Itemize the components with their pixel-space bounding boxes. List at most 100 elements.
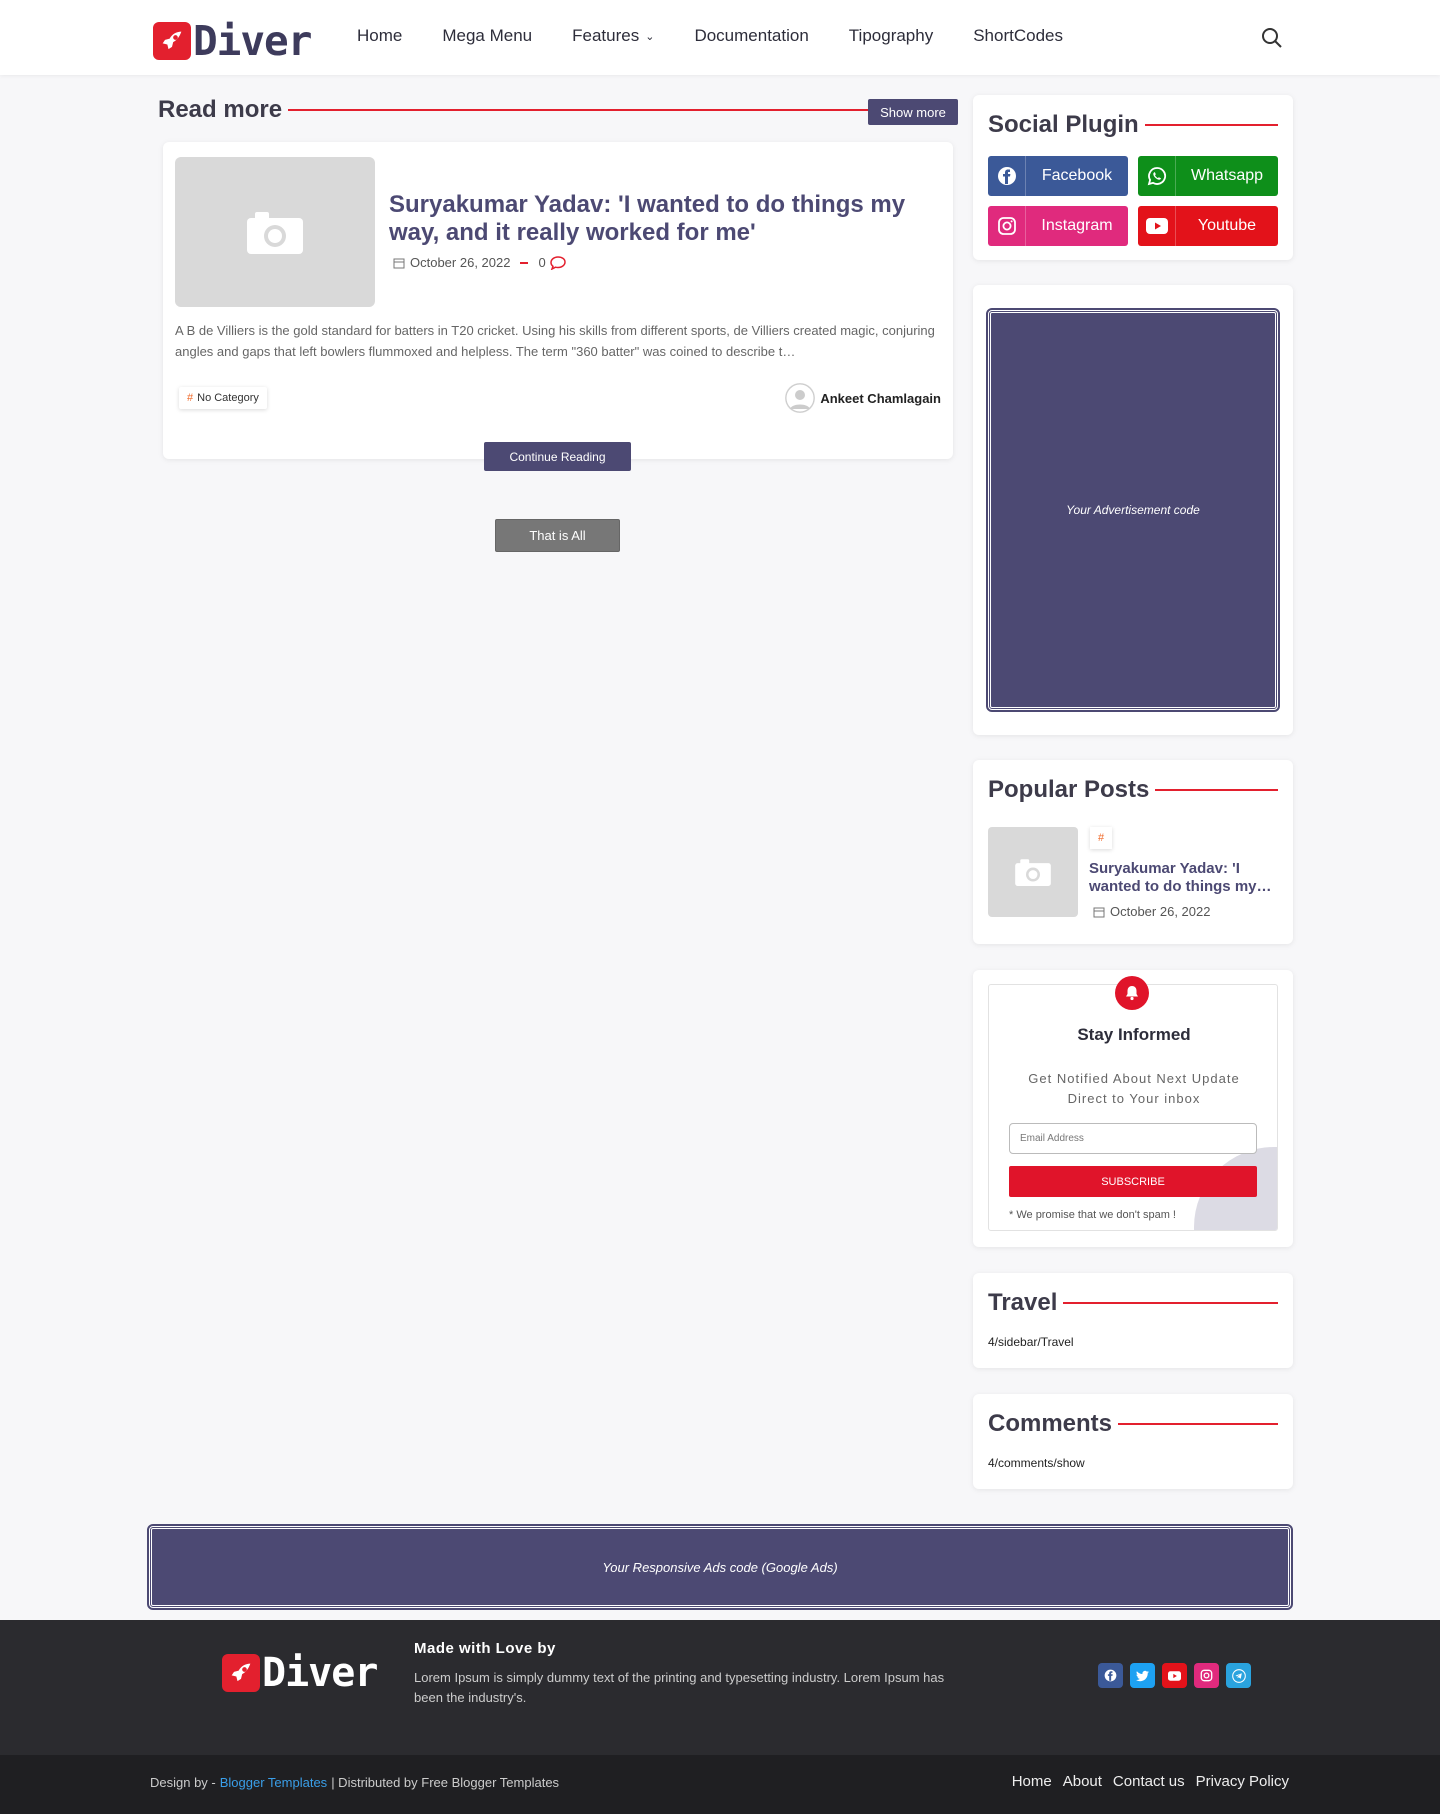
meta-separator (520, 261, 529, 264)
chevron-down-icon: ⌄ (645, 30, 655, 43)
nav-shortcodes[interactable]: ShortCodes (973, 26, 1063, 46)
youtube-icon (1138, 206, 1176, 246)
subscribe-title: Stay Informed (1077, 1025, 1191, 1044)
nav-label: Tipography (848, 26, 934, 45)
comment-count[interactable]: 0 (538, 255, 545, 270)
rocket-icon (222, 1654, 260, 1692)
footer-description: Lorem Ipsum is simply dummy text of the … (414, 1670, 945, 1705)
nav-label: Home (357, 26, 403, 45)
footer-link-about[interactable]: About (1063, 1773, 1102, 1790)
widget-heading: Popular Posts (988, 776, 1278, 804)
author-name: Ankeet Chamlagain (820, 390, 941, 406)
button-label: Youtube (1197, 217, 1257, 234)
avatar (785, 383, 816, 413)
popular-post-date: October 26, 2022 (1110, 904, 1211, 919)
widget-title: Popular Posts (988, 776, 1150, 803)
post-author[interactable]: Ankeet Chamlagain (785, 383, 941, 413)
logo-text: Diver (262, 1650, 378, 1696)
twitter-icon[interactable] (1130, 1663, 1155, 1688)
comments-widget: Comments 4/comments/show (973, 1394, 1293, 1489)
nav-label: Features (572, 26, 640, 45)
bell-icon (1115, 976, 1149, 1010)
main-nav: Home Mega Menu Features ⌄ Documentation T… (357, 26, 1103, 46)
youtube-icon[interactable] (1162, 1663, 1187, 1688)
sub-footer: Design by - Blogger Templates | Distribu… (0, 1755, 1440, 1814)
instagram-icon (988, 206, 1026, 246)
heading-divider (1155, 789, 1278, 791)
that-is-all-button[interactable]: That is All (495, 519, 620, 552)
promise-text: * We promise that we don't spam ! (1009, 1209, 1176, 1221)
nav-tipography[interactable]: Tipography (849, 26, 933, 46)
subscribe-button[interactable]: SUBSCRIBE (1009, 1166, 1257, 1197)
footer-link-home[interactable]: Home (1012, 1773, 1052, 1790)
footer-link-contact[interactable]: Contact us (1113, 1773, 1185, 1790)
widget-content: 4/sidebar/Travel (988, 1335, 1074, 1349)
logo-text: Diver (193, 17, 312, 65)
calendar-icon (1093, 907, 1105, 917)
popular-post-title[interactable]: Suryakumar Yadav: 'I wanted to do things… (1089, 860, 1284, 896)
responsive-ad[interactable]: Your Responsive Ads code (Google Ads) (147, 1524, 1293, 1610)
popular-post-thumbnail[interactable] (988, 827, 1078, 917)
read-more-heading: Read more (158, 96, 868, 124)
credits: Design by - Blogger Templates | Distribu… (150, 1775, 559, 1790)
category-tag[interactable]: # No Category (179, 387, 267, 409)
email-field[interactable]: Email Address (1009, 1123, 1257, 1154)
advertisement-widget: Your Advertisement code (973, 285, 1293, 735)
subscribe-box: Stay Informed Get Notified About Next Up… (988, 984, 1278, 1231)
nav-mega-menu[interactable]: Mega Menu (442, 26, 532, 46)
heading-divider (288, 109, 868, 111)
button-label: Instagram (1041, 217, 1113, 234)
blogger-templates-link[interactable]: Blogger Templates (220, 1775, 327, 1790)
instagram-icon[interactable] (1194, 1663, 1219, 1688)
ad-placeholder[interactable]: Your Advertisement code (986, 308, 1280, 712)
subscribe-widget: Stay Informed Get Notified About Next Up… (973, 970, 1293, 1247)
button-label: Whatsapp (1190, 167, 1264, 184)
continue-reading-button[interactable]: Continue Reading (484, 442, 631, 471)
search-icon[interactable] (1260, 26, 1284, 50)
widget-title: Travel (988, 1289, 1058, 1316)
popular-post-tag[interactable]: # (1090, 827, 1112, 849)
telegram-icon[interactable] (1226, 1663, 1251, 1688)
post-thumbnail[interactable] (175, 157, 375, 307)
nav-features[interactable]: Features ⌄ (572, 26, 654, 46)
youtube-button[interactable]: Youtube (1138, 206, 1278, 246)
facebook-button[interactable]: Facebook (988, 156, 1128, 196)
widget-title: Social Plugin (988, 111, 1139, 138)
footer-socials (1098, 1663, 1258, 1688)
calendar-icon (393, 258, 405, 268)
camera-icon (1015, 859, 1051, 886)
facebook-icon (988, 156, 1026, 196)
footer-link-privacy[interactable]: Privacy Policy (1196, 1773, 1289, 1790)
travel-widget: Travel 4/sidebar/Travel (973, 1273, 1293, 1368)
heading-divider (1118, 1423, 1278, 1425)
nav-label: Documentation (694, 26, 809, 45)
post-date: October 26, 2022 (410, 255, 511, 270)
heading-divider (1144, 124, 1278, 126)
heading-divider (1063, 1302, 1278, 1304)
rocket-icon (153, 22, 191, 60)
nav-home[interactable]: Home (357, 26, 402, 46)
show-more-button[interactable]: Show more (868, 99, 958, 125)
widget-heading: Comments (988, 1410, 1278, 1438)
button-label: Facebook (1041, 167, 1113, 184)
facebook-icon[interactable] (1098, 1663, 1123, 1688)
site-header: Diver Home Mega Menu Features ⌄ Documenta… (0, 0, 1440, 75)
nav-label: Mega Menu (442, 26, 533, 45)
widget-content: 4/comments/show (988, 1456, 1085, 1470)
category-label: No Category (197, 392, 259, 404)
comment-icon[interactable] (549, 255, 566, 270)
made-with-love: Made with Love by (414, 1640, 556, 1657)
instagram-button[interactable]: Instagram (988, 206, 1128, 246)
whatsapp-icon (1138, 156, 1176, 196)
nav-documentation[interactable]: Documentation (694, 26, 808, 46)
whatsapp-button[interactable]: Whatsapp (1138, 156, 1278, 196)
nav-label: ShortCodes (973, 26, 1063, 45)
site-logo[interactable]: Diver (153, 17, 312, 65)
post-meta: October 26, 2022 0 (393, 255, 566, 270)
post-excerpt: A B de Villiers is the gold standard for… (175, 323, 935, 359)
distributed-by: | Distributed by Free Blogger Templates (331, 1775, 560, 1790)
post-title[interactable]: Suryakumar Yadav: 'I wanted to do things… (389, 191, 909, 247)
widget-heading: Social Plugin (988, 111, 1278, 139)
footer-logo[interactable]: Diver (222, 1650, 378, 1696)
popular-posts-widget: Popular Posts # Suryakumar Yadav: 'I wan… (973, 760, 1293, 944)
